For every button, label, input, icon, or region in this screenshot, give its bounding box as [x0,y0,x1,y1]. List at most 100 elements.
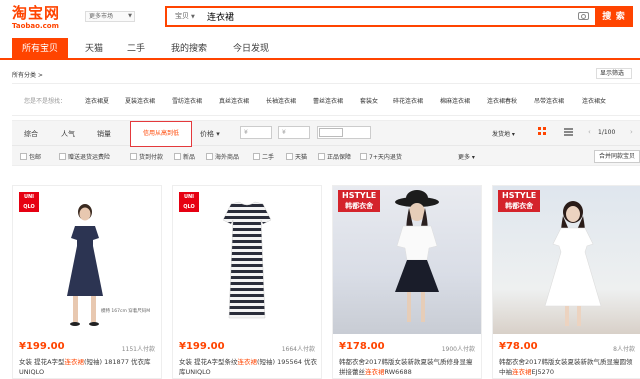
suggestion-item[interactable]: 碎花连衣裙 [393,96,423,105]
display-filter-dropdown[interactable]: 显示筛选 [596,68,632,79]
product-title[interactable]: 女装 提花A字型连衣裙(短袖) 181877 优衣库UNIQLO [19,357,159,379]
suggestion-item[interactable]: 夏装连衣裙 [125,96,155,105]
product-title-keyword: 连衣裙 [512,368,532,376]
tab-all-items[interactable]: 所有宝贝 [12,38,68,60]
toggle-knob [319,128,343,137]
price-max-input[interactable]: ¥ [278,126,310,139]
product-image[interactable]: UNI QLO [173,186,321,334]
price-filter-toggle[interactable] [317,126,371,139]
suggestion-label: 您是不是想找： [24,98,67,105]
checkbox-secondhand[interactable]: 二手 [253,152,274,161]
product-price: ¥199.00 [179,341,225,352]
checkbox-free-shipping[interactable]: 包邮 [20,152,41,161]
product-sales: 1900人付款 [441,346,475,353]
tab-tmall[interactable]: 天猫 [78,38,110,60]
suggestion-item[interactable]: 连衣裙春秋 [487,96,517,105]
sort-price-label: 价格 [200,130,214,138]
suggestion-item[interactable]: 连衣裙夏 [85,96,109,105]
product-card[interactable]: UNI QLO ¥199.00 1664人付款 女装 提花A字型条纹连衣裙(短袖… [172,185,322,379]
product-title-keyword: 连衣裙 [64,358,85,366]
suggestion-row: 您是不是想找： 连衣裙夏 夏装连衣裙 雪纺连衣裙 真丝连衣裙 长袖连衣裙 蕾丝连… [12,90,640,110]
prev-page-icon[interactable]: ‹ [588,128,591,136]
camera-icon[interactable] [578,12,589,20]
list-view-icon[interactable] [564,127,574,137]
search-input[interactable] [207,8,567,25]
product-title-text: RW6688 [384,368,412,376]
chevron-down-icon: ▼ [191,14,195,20]
more-markets-dropdown[interactable]: 更多市场 ▼ [85,11,135,22]
tab-today-discover[interactable]: 今日发现 [226,38,276,60]
checkbox[interactable] [130,153,137,160]
checkbox-label: 海外商品 [215,154,240,161]
grid-view-icon[interactable] [538,127,548,137]
checkbox[interactable] [286,153,293,160]
product-image[interactable]: HSTYLE 韩都衣舍 [493,186,640,334]
tab-secondhand[interactable]: 二手 [120,38,152,60]
suggestion-item[interactable]: 雪纺连衣裙 [172,96,202,105]
checkbox-label: 二手 [262,154,275,161]
product-title-keyword: 连衣裙 [237,358,258,366]
suggestion-item[interactable]: 套装女 [360,96,378,105]
checkbox[interactable] [253,153,260,160]
search-type-label: 宝贝 [175,12,189,20]
product-title-text: 女装 提花A字型条纹 [179,358,238,366]
product-image[interactable]: HSTYLE 韩都衣舍 [333,186,481,334]
checkbox-label: 包邮 [29,154,42,161]
price-min-input[interactable]: ¥ [240,126,272,139]
sort-row: 综合 人气 销量 信用从高到低 价格 ▾ ¥ ¥ 发货地 ▾ ‹ 1/100 › [12,121,640,147]
checkbox-7day-return[interactable]: 7+天内退货 [360,152,402,161]
sort-bar: 综合 人气 销量 信用从高到低 价格 ▾ ¥ ¥ 发货地 ▾ ‹ 1/100 ›… [12,120,640,166]
checkbox-genuine[interactable]: 正品保障 [318,152,351,161]
sort-comprehensive[interactable]: 综合 [24,129,38,139]
product-image[interactable]: UNI QLO 模特 167cm 穿着尺码M [13,186,161,334]
product-price: ¥199.00 [19,341,65,352]
product-card[interactable]: HSTYLE 韩都衣舍 ¥78.00 8人付款 韩都衣舍2017韩版女装夏装新款气… [492,185,640,379]
product-sales: 8人付款 [613,346,635,353]
hstyle-logo: HSTYLE 韩都衣舍 [498,190,541,212]
checkbox-label: 货到付款 [139,154,164,161]
checkbox-overseas[interactable]: 海外商品 [206,152,239,161]
sort-popularity[interactable]: 人气 [61,129,75,139]
product-sales: 1664人付款 [281,346,315,353]
more-filters-label: 更多 [458,154,471,161]
search-button[interactable]: 搜 索 [595,6,633,27]
merge-same-items-button[interactable]: 合并同款宝贝 [594,150,640,163]
suggestion-item[interactable]: 连衣裙女 [582,96,606,105]
product-price: ¥78.00 [499,341,538,352]
product-card[interactable]: HSTYLE 韩都衣舍 ¥178.00 1900人付款 韩都衣舍2017韩版女装新… [332,185,482,379]
product-title[interactable]: 女装 提花A字型条纹连衣裙(短袖) 195564 优衣库UNIQLO [179,357,319,379]
category-row: 所有分类 > 显示筛选 [12,64,640,84]
checkbox-cash-on-delivery[interactable]: 货到付款 [130,152,163,161]
checkbox-new-items[interactable]: 新品 [174,152,195,161]
checkbox[interactable] [20,153,27,160]
product-card[interactable]: UNI QLO 模特 167cm 穿着尺码M ¥199.00 1151人付款 女… [12,185,162,379]
sort-sales[interactable]: 销量 [97,129,111,139]
search-type-dropdown[interactable]: 宝贝 ▼ [167,8,203,25]
taobao-logo[interactable]: 淘宝网 Taobao.com [12,2,60,30]
tab-my-search[interactable]: 我的搜索 [162,38,216,60]
checkbox-label: 天猫 [295,154,308,161]
more-filters-dropdown[interactable]: 更多 ▾ [458,152,475,161]
checkbox-return-insurance[interactable]: 赠送退货运费险 [59,152,110,161]
product-title[interactable]: 韩都衣舍2017韩版女装夏装新款气质显瘦圆领中袖连衣裙EJ5270 [499,357,639,379]
next-page-icon[interactable]: › [630,128,633,136]
sort-credit-high-to-low[interactable]: 信用从高到低 [130,121,192,147]
checkbox-label: 7+天内退货 [369,154,402,161]
product-sales: 1151人付款 [121,346,155,353]
checkbox[interactable] [59,153,66,160]
checkbox[interactable] [318,153,325,160]
checkbox[interactable] [174,153,181,160]
ship-from-label: 发货地 [492,131,511,138]
ship-from-dropdown[interactable]: 发货地 ▾ [492,129,515,138]
checkbox[interactable] [360,153,367,160]
suggestion-item[interactable]: 棉麻连衣裙 [440,96,470,105]
suggestion-item[interactable]: 蕾丝连衣裙 [313,96,343,105]
suggestion-item[interactable]: 长袖连衣裙 [266,96,296,105]
product-title[interactable]: 韩都衣舍2017韩版女装新款夏装气质修身显瘦拼接蕾丝连衣裙RW6688 [339,357,479,379]
suggestion-item[interactable]: 吊带连衣裙 [534,96,564,105]
sort-price[interactable]: 价格 ▾ [200,129,220,139]
checkbox-tmall[interactable]: 天猫 [286,152,307,161]
checkbox[interactable] [206,153,213,160]
suggestion-item[interactable]: 真丝连衣裙 [219,96,249,105]
breadcrumb[interactable]: 所有分类 > [12,70,43,79]
